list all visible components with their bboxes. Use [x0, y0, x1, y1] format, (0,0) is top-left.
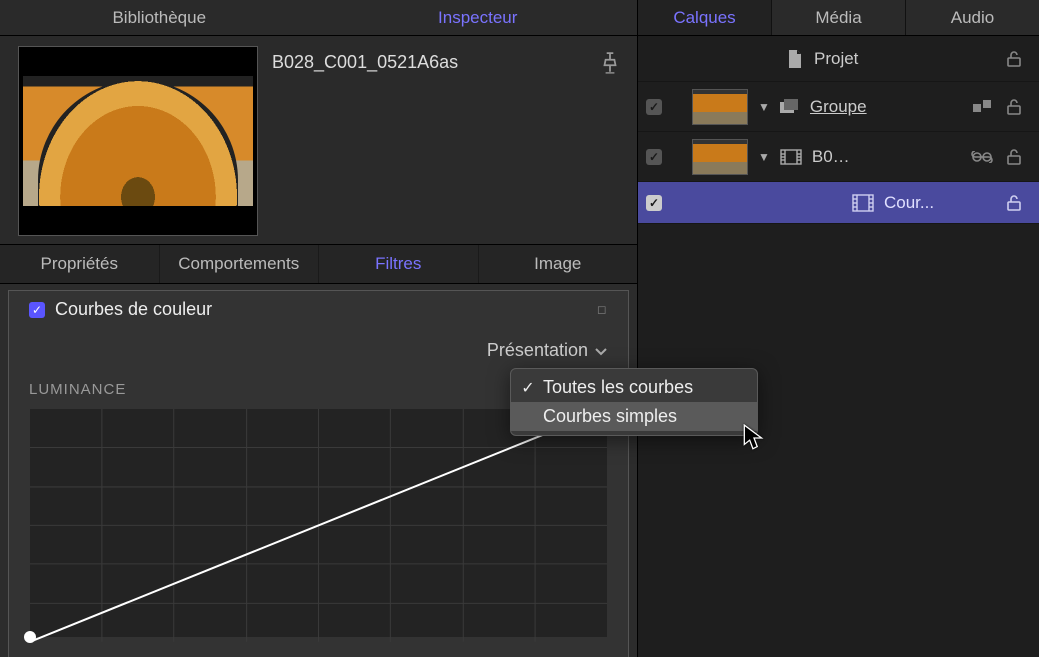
layer-visibility-checkbox[interactable] — [646, 99, 662, 115]
layer-thumbnail — [692, 89, 748, 125]
layer-row-project[interactable]: Projet — [638, 36, 1039, 82]
lock-icon[interactable] — [1007, 99, 1027, 115]
rtab-media[interactable]: Média — [771, 0, 905, 35]
clip-name: B0… — [812, 147, 961, 167]
link-icon[interactable] — [971, 151, 993, 163]
disclosure-triangle-icon[interactable]: ▼ — [758, 100, 770, 114]
clip-title: B028_C001_0521A6as — [272, 46, 587, 73]
rtab-layers[interactable]: Calques — [638, 0, 771, 35]
clip-thumbnail — [18, 46, 258, 236]
inspector-body: ✓ Courbes de couleur ◇ Présentation LUMI… — [0, 284, 637, 657]
presentation-menu: ✓ Toutes les courbes Courbes simples — [510, 368, 758, 436]
chevron-down-icon — [594, 346, 608, 356]
layer-visibility-checkbox[interactable] — [646, 149, 662, 165]
lock-icon[interactable] — [1007, 149, 1027, 165]
menu-item-all-curves[interactable]: ✓ Toutes les courbes — [511, 373, 757, 402]
top-tabs: Bibliothèque Inspecteur — [0, 0, 637, 36]
menu-item-label: Courbes simples — [543, 406, 677, 427]
group-icon — [780, 99, 800, 115]
mouse-cursor-icon — [743, 424, 765, 452]
lock-icon[interactable] — [1007, 51, 1027, 67]
tab-inspector[interactable]: Inspecteur — [319, 0, 638, 35]
layer-visibility-checkbox[interactable] — [646, 195, 662, 211]
filter-layer-name: Cour... — [884, 193, 997, 213]
tab-library[interactable]: Bibliothèque — [0, 0, 319, 35]
inspector-sub-tabs: Propriétés Comportements Filtres Image — [0, 244, 637, 284]
filter-section-title: Courbes de couleur — [55, 299, 587, 320]
project-icon — [786, 49, 804, 69]
project-name: Projet — [814, 49, 997, 69]
filter-filmstrip-icon — [852, 194, 874, 212]
filmstrip-icon — [780, 149, 802, 165]
right-tabs: Calques Média Audio — [638, 0, 1039, 36]
layer-row-filter[interactable]: Cour... — [638, 182, 1039, 224]
disclosure-triangle-icon[interactable]: ▼ — [758, 150, 770, 164]
media-header: B028_C001_0521A6as — [0, 36, 637, 244]
group-name: Groupe — [810, 97, 963, 117]
isolate-icon[interactable] — [973, 100, 993, 114]
layer-thumbnail — [692, 139, 748, 175]
filter-enabled-checkbox[interactable]: ✓ — [29, 302, 45, 318]
keyframe-icon[interactable]: ◇ — [593, 300, 613, 320]
subtab-filters[interactable]: Filtres — [319, 245, 479, 283]
view-dropdown-label: Présentation — [487, 340, 588, 361]
luminance-curve[interactable] — [29, 408, 608, 638]
lock-icon[interactable] — [1007, 195, 1027, 211]
check-icon: ✓ — [517, 378, 539, 398]
filter-section-header: ✓ Courbes de couleur ◇ — [29, 299, 608, 334]
subtab-properties[interactable]: Propriétés — [0, 245, 160, 283]
view-dropdown[interactable]: Présentation — [29, 334, 608, 371]
layer-row-clip[interactable]: ▼ B0… — [638, 132, 1039, 182]
menu-item-label: Toutes les courbes — [543, 377, 693, 398]
curve-control-point[interactable] — [24, 631, 36, 643]
layer-row-group[interactable]: ▼ Groupe — [638, 82, 1039, 132]
pin-icon[interactable] — [601, 46, 619, 74]
subtab-image[interactable]: Image — [479, 245, 638, 283]
subtab-behaviors[interactable]: Comportements — [160, 245, 320, 283]
rtab-audio[interactable]: Audio — [905, 0, 1039, 35]
menu-item-simple-curves[interactable]: Courbes simples — [511, 402, 757, 431]
